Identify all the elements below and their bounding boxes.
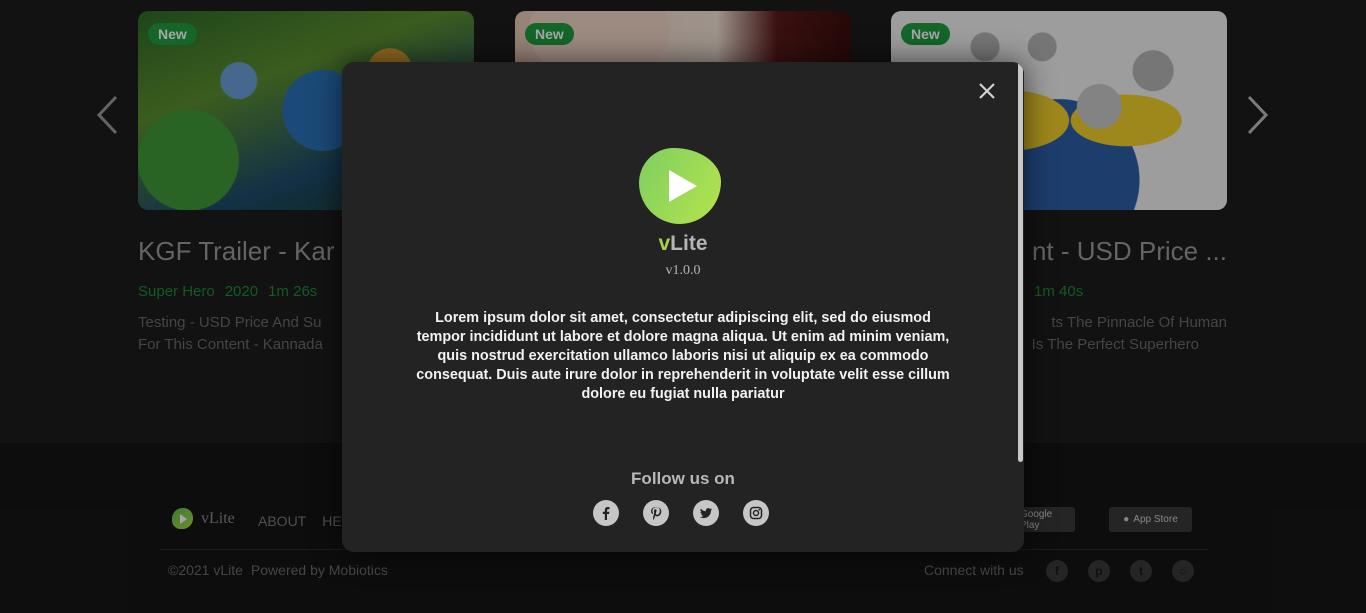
app-logo [639, 148, 721, 224]
app-version: v1.0.0 [665, 263, 701, 278]
app-name: vLite [342, 232, 1024, 256]
scrollbar-thumb[interactable] [1018, 62, 1023, 462]
modal-scrollbar[interactable] [1016, 62, 1024, 552]
app-name-prefix: v [658, 232, 671, 255]
close-button[interactable] [974, 78, 1000, 104]
follow-us-title: Follow us on [631, 469, 735, 488]
facebook-icon[interactable] [593, 500, 619, 526]
modal-social-icons [593, 500, 769, 526]
about-description: Lorem ipsum dolor sit amet, consectetur … [416, 310, 950, 402]
instagram-icon[interactable] [743, 500, 769, 526]
close-icon [979, 83, 995, 99]
app-name-rest: Lite [670, 232, 708, 255]
play-icon [669, 170, 697, 202]
about-modal: vLite v1.0.0 Lorem ipsum dolor sit amet,… [342, 62, 1024, 552]
twitter-icon[interactable] [693, 500, 719, 526]
pinterest-icon[interactable] [643, 500, 669, 526]
